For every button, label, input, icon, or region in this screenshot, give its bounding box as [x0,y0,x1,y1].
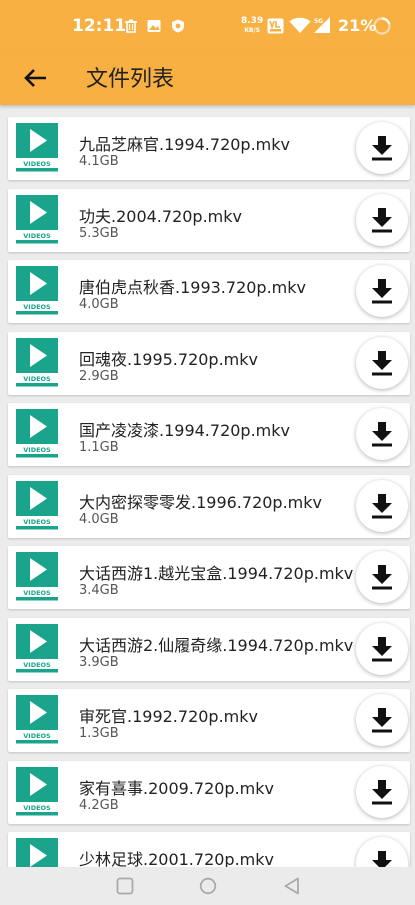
file-list-item[interactable]: VIDEOS 大话西游1.越光宝盒.1994.720p.mkv 3.4GB [8,546,410,609]
file-size: 3.4GB [79,583,119,598]
thumbnail-label: VIDEOS [23,661,51,669]
download-button[interactable] [356,122,408,174]
file-list-item[interactable]: VIDEOS 唐伯虎点秋香.1993.720p.mkv 4.0GB [8,260,410,323]
download-icon [372,350,392,375]
video-file-icon: VIDEOS [16,194,58,243]
video-file-icon: VIDEOS [16,623,58,672]
download-icon [372,493,392,518]
download-button[interactable] [356,837,408,867]
video-file-icon: VIDEOS [16,695,58,744]
video-file-icon: VIDEOS [16,766,58,815]
download-button[interactable] [356,193,408,246]
file-list-item[interactable]: VIDEOS 大话西游2.仙履奇缘.1994.720p.mkv 3.9GB [8,617,410,681]
back-triangle-icon[interactable] [283,877,301,895]
thumbnail-label: VIDEOS [23,732,51,740]
file-list-item[interactable]: VIDEOS 功夫.2004.720p.mkv 5.3GB [8,188,410,252]
file-list-item[interactable]: VIDEOS 国产凌凌漆.1994.720p.mkv 1.1GB [8,403,410,466]
file-name: 大话西游2.仙履奇缘.1994.720p.mkv [79,635,354,655]
gallery-icon [147,20,161,32]
video-file-icon: VIDEOS [16,123,58,172]
video-file-icon: VIDEOS [16,266,58,315]
thumbnail-label: VIDEOS [23,160,51,168]
download-icon [372,422,392,447]
file-name: 家有喜事.2009.720p.mkv [79,778,274,798]
file-size: 4.2GB [79,797,119,813]
download-icon [372,207,392,232]
thumbnail-label: VIDEOS [23,589,51,597]
download-button[interactable] [356,408,408,460]
download-icon [372,636,392,661]
navigation-bar [0,867,415,905]
recents-icon[interactable] [116,877,134,895]
wifi-icon [289,17,311,33]
file-size: 4.1GB [79,154,119,169]
video-file-icon: VIDEOS [16,337,58,386]
net-speed-unit: KB/S [244,27,260,34]
file-size: 3.9GB [79,654,119,670]
file-list[interactable]: VIDEOS 九品芝麻官.1994.720p.mkv 4.1GB VIDEOS … [0,110,415,867]
file-name: 国产凌凌漆.1994.720p.mkv [79,421,290,440]
file-list-item[interactable]: VIDEOS 大内密探零零发.1996.720p.mkv 4.0GB [8,474,410,538]
thumbnail-label: VIDEOS [23,518,51,526]
file-size: 1.1GB [79,440,119,455]
file-name: 审死官.1992.720p.mkv [79,707,258,726]
file-size: 1.3GB [79,726,119,741]
file-name: 功夫.2004.720p.mkv [79,206,242,226]
download-button[interactable] [356,336,408,389]
download-icon [372,779,392,804]
signal-icon: 5G [314,17,330,33]
file-size: 2.9GB [79,368,119,384]
battery-percent: 21% [338,16,377,35]
file-list-item[interactable]: VIDEOS 回魂夜.1995.720p.mkv 2.9GB [8,331,410,395]
file-size: 4.0GB [79,511,119,527]
file-list-item[interactable]: VIDEOS 家有喜事.2009.720p.mkv 4.2GB [8,760,410,824]
download-icon [372,708,392,733]
download-icon [372,565,392,590]
thumbnail-label: VIDEOS [23,232,51,240]
status-time: 12:11 [72,16,127,36]
download-button[interactable] [356,479,408,532]
video-file-icon: VIDEOS [16,480,58,529]
file-name: 大话西游1.越光宝盒.1994.720p.mkv [79,564,354,583]
page-title: 文件列表 [86,67,175,92]
volte-icon [267,18,284,34]
thumbnail-label: VIDEOS [23,446,51,454]
download-button[interactable] [356,551,408,603]
file-name: 九品芝麻官.1994.720p.mkv [79,135,290,154]
download-icon [372,851,392,867]
video-file-icon: VIDEOS [16,552,58,601]
download-button[interactable] [356,694,408,746]
file-list-item[interactable]: VIDEOS 审死官.1992.720p.mkv 1.3GB [8,689,410,752]
battery-ring-icon [373,17,391,35]
file-size: 4.0GB [79,297,119,312]
arrow-left-icon[interactable] [20,62,52,94]
app-bar: 文件列表 [0,52,415,105]
thumbnail-label: VIDEOS [23,804,51,812]
net-speed-value: 8.39 [241,16,264,26]
file-list-item[interactable]: VIDEOS 九品芝麻官.1994.720p.mkv 4.1GB [8,117,410,180]
thumbnail-label: VIDEOS [23,375,51,383]
download-icon [372,279,392,304]
download-button[interactable] [356,265,408,317]
svg-text:5G: 5G [314,18,323,25]
file-name: 大内密探零零发.1996.720p.mkv [79,492,322,512]
file-size: 5.3GB [79,225,119,241]
clean-icon [125,19,137,33]
shield-icon [172,19,184,33]
download-button[interactable] [356,622,408,675]
video-file-icon: VIDEOS [16,838,58,867]
net-speed: 8.39 KB/S [241,17,263,35]
home-icon[interactable] [199,877,217,895]
file-name: 唐伯虎点秋香.1993.720p.mkv [79,278,306,297]
download-icon [372,136,392,161]
status-bar: 12:11 8.39 KB/S 5G 21% [0,0,415,52]
video-file-icon: VIDEOS [16,409,58,458]
file-name: 少林足球.2001.720p.mkv [79,850,274,867]
download-button[interactable] [356,765,408,818]
thumbnail-label: VIDEOS [23,303,51,311]
file-list-item[interactable]: VIDEOS 少林足球.2001.720p.mkv [8,832,410,867]
file-name: 回魂夜.1995.720p.mkv [79,349,258,369]
